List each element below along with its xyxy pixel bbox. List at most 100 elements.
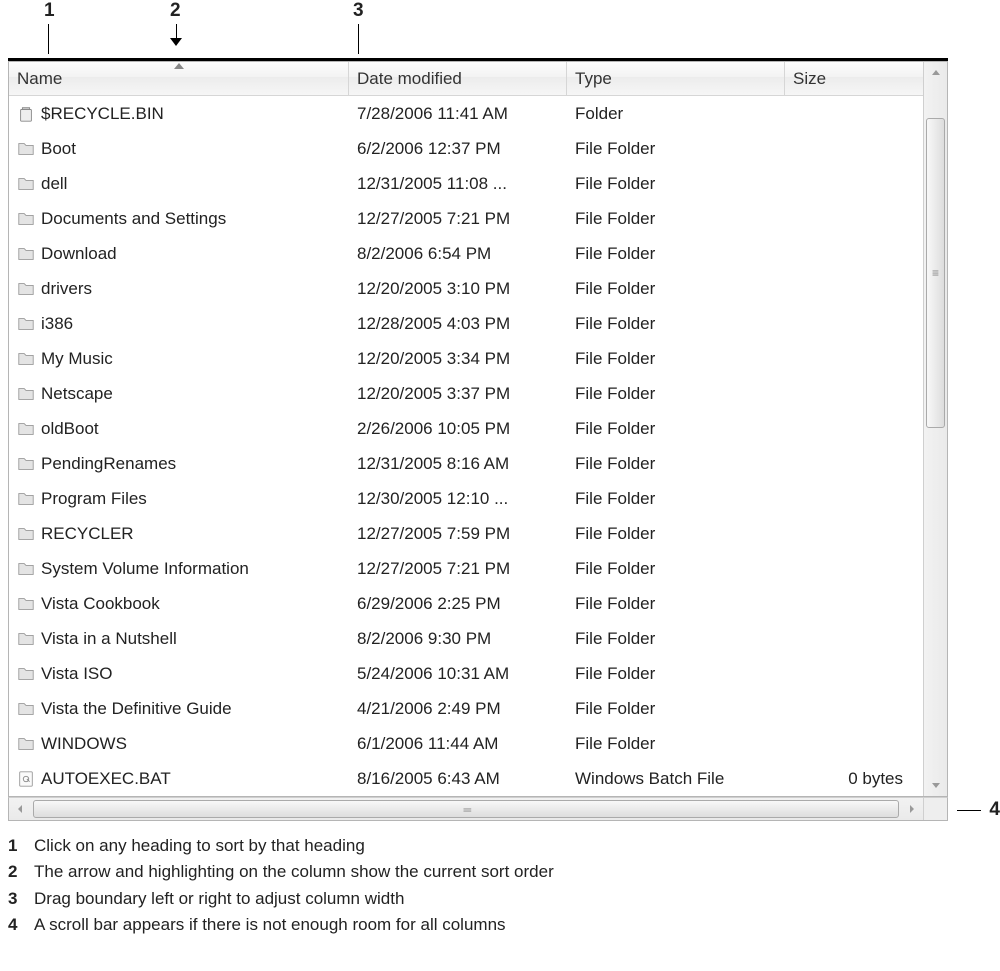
table-row[interactable]: drivers12/20/2005 3:10 PMFile Folder [9,271,923,306]
folder-icon [17,525,35,543]
file-date: 5/24/2006 10:31 AM [349,664,567,684]
file-date: 12/28/2005 4:03 PM [349,314,567,334]
horizontal-scroll-track[interactable] [31,800,901,818]
table-row[interactable]: Vista the Definitive Guide 4/21/2006 2:49… [9,691,923,726]
file-name: drivers [41,279,92,299]
file-date: 12/20/2005 3:34 PM [349,349,567,369]
vertical-scroll-track[interactable] [924,84,947,774]
folder-icon [17,245,35,263]
file-type: File Folder [567,594,785,614]
folder-icon [17,420,35,438]
callout-labels-top: 1 2 3 [8,0,948,58]
legend-number: 2 [8,859,26,885]
callout-number-3: 3 [353,0,364,22]
file-name: $RECYCLE.BIN [41,104,164,124]
file-type: File Folder [567,174,785,194]
table-row[interactable]: WINDOWS6/1/2006 11:44 AMFile Folder [9,726,923,761]
folder-icon [17,455,35,473]
folder-icon [17,175,35,193]
column-header-date[interactable]: Date modified [349,62,567,95]
file-date: 12/27/2005 7:59 PM [349,524,567,544]
vertical-scroll-thumb[interactable] [926,118,945,428]
table-row[interactable]: i38612/28/2005 4:03 PMFile Folder [9,306,923,341]
vertical-scrollbar[interactable] [923,62,947,796]
file-name: PendingRenames [41,454,176,474]
table-row[interactable]: My Music 12/20/2005 3:34 PMFile Folder [9,341,923,376]
file-name: AUTOEXEC.BAT [41,769,171,789]
file-name: Vista Cookbook [41,594,160,614]
file-type: File Folder [567,629,785,649]
file-date: 7/28/2006 11:41 AM [349,104,567,124]
table-row[interactable]: Documents and Settings12/27/2005 7:21 PM… [9,201,923,236]
folder-icon [17,560,35,578]
table-row[interactable]: System Volume Information12/27/2005 7:21… [9,551,923,586]
callout-number-2: 2 [170,0,181,22]
legend-item: 4A scroll bar appears if there is not en… [8,912,1000,938]
file-date: 12/31/2005 11:08 ... [349,174,567,194]
table-row[interactable]: Vista ISO5/24/2006 10:31 AMFile Folder [9,656,923,691]
folder-icon [17,315,35,333]
callout-leader-2 [176,24,177,38]
table-row[interactable]: Netscape12/20/2005 3:37 PMFile Folder [9,376,923,411]
scroll-up-arrow-icon[interactable] [924,62,947,84]
folder-icon [17,490,35,508]
horizontal-scroll-thumb[interactable] [33,800,899,818]
file-name: Vista the Definitive Guide [41,699,232,719]
callout-leader-1 [48,24,49,54]
file-date: 4/21/2006 2:49 PM [349,699,567,719]
column-header-size[interactable]: Size [785,62,923,95]
table-row[interactable]: AUTOEXEC.BAT8/16/2005 6:43 AMWindows Bat… [9,761,923,796]
file-date: 8/2/2006 6:54 PM [349,244,567,264]
file-name: System Volume Information [41,559,249,579]
file-list-area: Name Date modified Type Size $RECYCLE.BI… [9,62,923,796]
column-header-size-label: Size [793,69,826,89]
callout-leader-4 [957,810,981,811]
horizontal-scrollbar[interactable] [8,797,948,821]
folder-icon [17,630,35,648]
column-header-name[interactable]: Name [9,62,349,95]
legend-number: 3 [8,886,26,912]
file-name: Boot [41,139,76,159]
folder-icon [17,735,35,753]
file-type: File Folder [567,314,785,334]
file-type: File Folder [567,559,785,579]
scroll-down-arrow-icon[interactable] [924,774,947,796]
column-header-type-label: Type [575,69,612,89]
table-row[interactable]: Program Files12/30/2005 12:10 ...File Fo… [9,481,923,516]
table-row[interactable]: Boot6/2/2006 12:37 PMFile Folder [9,131,923,166]
file-name: My Music [41,349,113,369]
callout-number-4: 4 [989,799,1000,821]
table-row[interactable]: oldBoot2/26/2006 10:05 PMFile Folder [9,411,923,446]
table-row[interactable]: PendingRenames12/31/2005 8:16 AMFile Fol… [9,446,923,481]
file-date: 6/2/2006 12:37 PM [349,139,567,159]
column-header-date-label: Date modified [357,69,462,89]
file-type: File Folder [567,454,785,474]
table-row[interactable]: Vista in a Nutshell8/2/2006 9:30 PMFile … [9,621,923,656]
folder-icon [17,595,35,613]
file-type: File Folder [567,664,785,684]
recycle-bin-icon [17,105,35,123]
file-type: Windows Batch File [567,769,785,789]
file-name: oldBoot [41,419,99,439]
file-name: RECYCLER [41,524,134,544]
batch-file-icon [17,770,35,788]
callout-arrow-2 [170,38,182,46]
table-row[interactable]: dell12/31/2005 11:08 ...File Folder [9,166,923,201]
table-row[interactable]: $RECYCLE.BIN7/28/2006 11:41 AMFolder [9,96,923,131]
table-row[interactable]: Vista Cookbook6/29/2006 2:25 PMFile Fold… [9,586,923,621]
file-date: 6/1/2006 11:44 AM [349,734,567,754]
file-name: Documents and Settings [41,209,226,229]
explorer-window: Name Date modified Type Size $RECYCLE.BI… [8,58,948,797]
table-row[interactable]: RECYCLER12/27/2005 7:59 PMFile Folder [9,516,923,551]
column-header-type[interactable]: Type [567,62,785,95]
scroll-left-arrow-icon[interactable] [9,798,31,820]
legend-text: Drag boundary left or right to adjust co… [34,886,404,912]
table-row[interactable]: Download8/2/2006 6:54 PMFile Folder [9,236,923,271]
folder-icon [17,700,35,718]
file-type: File Folder [567,349,785,369]
folder-icon [17,210,35,228]
scroll-right-arrow-icon[interactable] [901,798,923,820]
file-type: File Folder [567,489,785,509]
file-type: File Folder [567,244,785,264]
legend: 1Click on any heading to sort by that he… [8,833,1000,938]
